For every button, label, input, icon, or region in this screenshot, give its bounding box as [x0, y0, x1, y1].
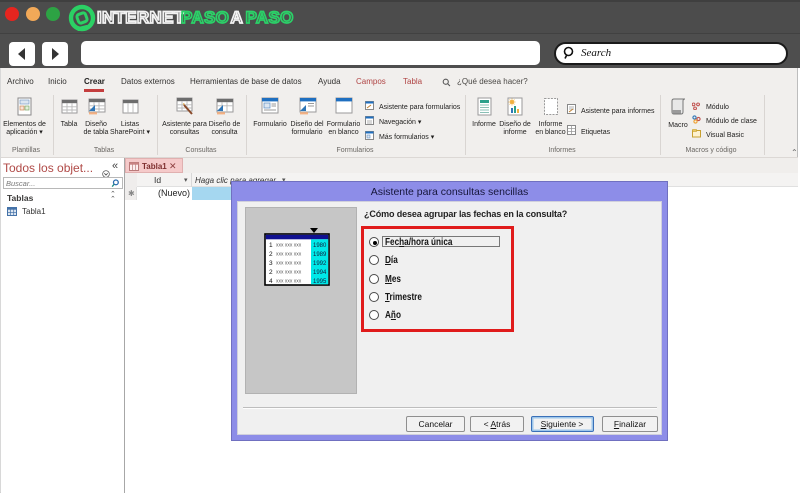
- svg-text:1989: 1989: [313, 252, 327, 258]
- svg-text:xxx xxx xxx: xxx xxx xxx: [276, 279, 302, 285]
- svg-text:xxx xxx xxx: xxx xxx xxx: [276, 243, 302, 249]
- svg-text:xxx xxx xxx: xxx xxx xxx: [276, 261, 302, 267]
- svg-text:1: 1: [269, 242, 273, 249]
- svg-text:1995: 1995: [313, 279, 327, 285]
- svg-text:2: 2: [269, 251, 273, 258]
- svg-text:2: 2: [269, 269, 273, 276]
- svg-text:3: 3: [269, 260, 273, 267]
- svg-text:1980: 1980: [313, 243, 327, 249]
- svg-text:xxx xxx xxx: xxx xxx xxx: [276, 252, 302, 258]
- svg-text:1992: 1992: [313, 261, 327, 267]
- svg-text:4: 4: [269, 278, 273, 285]
- svg-text:xxx xxx xxx: xxx xxx xxx: [276, 270, 302, 276]
- svg-text:1994: 1994: [313, 270, 327, 276]
